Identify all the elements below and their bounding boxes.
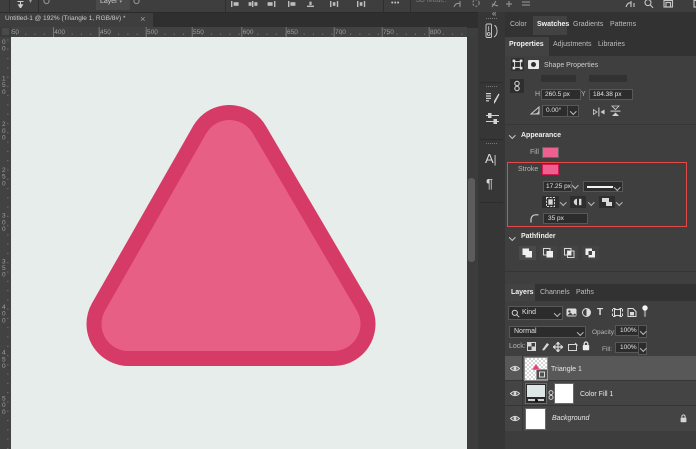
svg-text:0: 0	[2, 363, 6, 370]
svg-text:550: 550	[193, 29, 204, 36]
svg-text:750: 750	[383, 29, 394, 36]
svg-text:400: 400	[54, 29, 65, 36]
svg-text:0: 0	[2, 226, 6, 233]
svg-text:350: 350	[11, 29, 19, 36]
svg-text:0: 0	[2, 135, 6, 142]
svg-text:0: 0	[2, 409, 6, 416]
svg-text:600: 600	[243, 29, 254, 36]
svg-text:650: 650	[287, 29, 298, 36]
svg-text:500: 500	[147, 29, 158, 36]
svg-text:700: 700	[335, 29, 346, 36]
svg-text:0: 0	[2, 180, 6, 187]
svg-text:0: 0	[2, 317, 6, 324]
svg-text:0: 0	[2, 89, 6, 96]
svg-text:0: 0	[2, 272, 6, 279]
svg-text:450: 450	[100, 29, 111, 36]
svg-text:0: 0	[2, 46, 6, 53]
svg-text:800: 800	[430, 29, 441, 36]
